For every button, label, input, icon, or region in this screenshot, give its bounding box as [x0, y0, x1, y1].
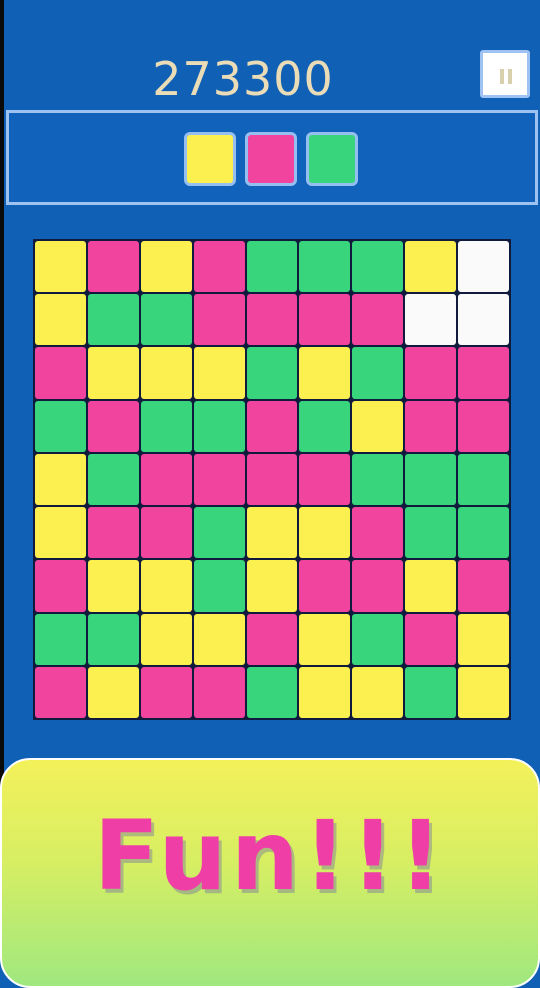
board-cell[interactable]: [458, 347, 509, 399]
board-cell[interactable]: [299, 507, 351, 559]
board-cell[interactable]: [140, 666, 192, 718]
board-cell[interactable]: [352, 347, 404, 399]
board-cell[interactable]: [246, 347, 298, 399]
board-cell[interactable]: [35, 560, 86, 612]
board-cell[interactable]: [246, 560, 298, 612]
board-cell[interactable]: [193, 347, 245, 399]
next-block[interactable]: [245, 132, 297, 186]
pause-icon: [500, 69, 504, 84]
board-cell[interactable]: [140, 241, 192, 293]
board-cell[interactable]: [352, 453, 404, 506]
board-cell[interactable]: [140, 294, 192, 346]
board-cell[interactable]: [352, 241, 404, 293]
board-cell[interactable]: [35, 507, 86, 559]
board-cell[interactable]: [35, 294, 86, 346]
board-cell[interactable]: [458, 613, 509, 665]
board-cell[interactable]: [35, 347, 86, 399]
board-cell[interactable]: [87, 666, 139, 718]
board-cell[interactable]: [299, 294, 351, 346]
board-cell[interactable]: [193, 507, 245, 559]
board-cell[interactable]: [299, 400, 351, 452]
board-cell[interactable]: [299, 453, 351, 506]
board-cell[interactable]: [87, 294, 139, 346]
board-cell[interactable]: [299, 666, 351, 718]
board-cell[interactable]: [352, 400, 404, 452]
board-cell[interactable]: [140, 400, 192, 452]
board-cell[interactable]: [140, 507, 192, 559]
board-cell[interactable]: [140, 347, 192, 399]
board-cell[interactable]: [246, 294, 298, 346]
board-cell[interactable]: [458, 666, 509, 718]
board-cell[interactable]: [405, 453, 457, 506]
board-cell[interactable]: [35, 453, 86, 506]
next-blocks-row: [184, 132, 358, 186]
pause-icon-bar: [508, 69, 512, 84]
board-cell[interactable]: [352, 666, 404, 718]
board-cell[interactable]: [246, 613, 298, 665]
board-cell[interactable]: [87, 453, 139, 506]
board-cell[interactable]: [140, 560, 192, 612]
board-cell[interactable]: [246, 453, 298, 506]
next-block[interactable]: [306, 132, 358, 186]
board-cell[interactable]: [352, 613, 404, 665]
board-cell[interactable]: [140, 453, 192, 506]
board-cell[interactable]: [35, 666, 86, 718]
board-cell[interactable]: [299, 613, 351, 665]
board-cell[interactable]: [193, 453, 245, 506]
board-cell[interactable]: [193, 666, 245, 718]
board-cell[interactable]: [87, 560, 139, 612]
game-board[interactable]: [33, 239, 511, 720]
next-blocks-panel: [6, 110, 538, 205]
board-cell[interactable]: [246, 400, 298, 452]
board-cell[interactable]: [299, 241, 351, 293]
board-cell[interactable]: [246, 241, 298, 293]
board-cell[interactable]: [87, 400, 139, 452]
board-cell[interactable]: [193, 294, 245, 346]
board-cell[interactable]: [193, 613, 245, 665]
board-cell[interactable]: [299, 560, 351, 612]
board-cell[interactable]: [405, 560, 457, 612]
board-cell[interactable]: [458, 241, 509, 293]
board-cell[interactable]: [193, 241, 245, 293]
board-cell[interactable]: [87, 347, 139, 399]
board-cell[interactable]: [35, 241, 86, 293]
board-cell[interactable]: [458, 507, 509, 559]
board-cell[interactable]: [458, 294, 509, 346]
board-cell[interactable]: [35, 400, 86, 452]
score-display: 273300: [152, 52, 334, 106]
board-cell[interactable]: [458, 560, 509, 612]
board-cell[interactable]: [352, 294, 404, 346]
board-cell[interactable]: [405, 507, 457, 559]
board-cell[interactable]: [193, 400, 245, 452]
next-block[interactable]: [184, 132, 236, 186]
pause-button[interactable]: [480, 50, 530, 98]
board-cell[interactable]: [405, 666, 457, 718]
board-cell[interactable]: [458, 400, 509, 452]
board-cell[interactable]: [352, 507, 404, 559]
board-cell[interactable]: [35, 613, 86, 665]
banner-text: Fun!!!: [93, 800, 447, 912]
board-cell[interactable]: [458, 453, 509, 506]
board-cell[interactable]: [352, 560, 404, 612]
board-cell[interactable]: [405, 347, 457, 399]
board-cell[interactable]: [193, 560, 245, 612]
board-cell[interactable]: [405, 613, 457, 665]
board-cell[interactable]: [140, 613, 192, 665]
board-cell[interactable]: [299, 347, 351, 399]
board-cell[interactable]: [246, 666, 298, 718]
board-cell[interactable]: [87, 613, 139, 665]
board-cell[interactable]: [87, 241, 139, 293]
board-cell[interactable]: [87, 507, 139, 559]
board-cell[interactable]: [405, 241, 457, 293]
board-cell[interactable]: [246, 507, 298, 559]
board-cell[interactable]: [405, 294, 457, 346]
board-cell[interactable]: [405, 400, 457, 452]
